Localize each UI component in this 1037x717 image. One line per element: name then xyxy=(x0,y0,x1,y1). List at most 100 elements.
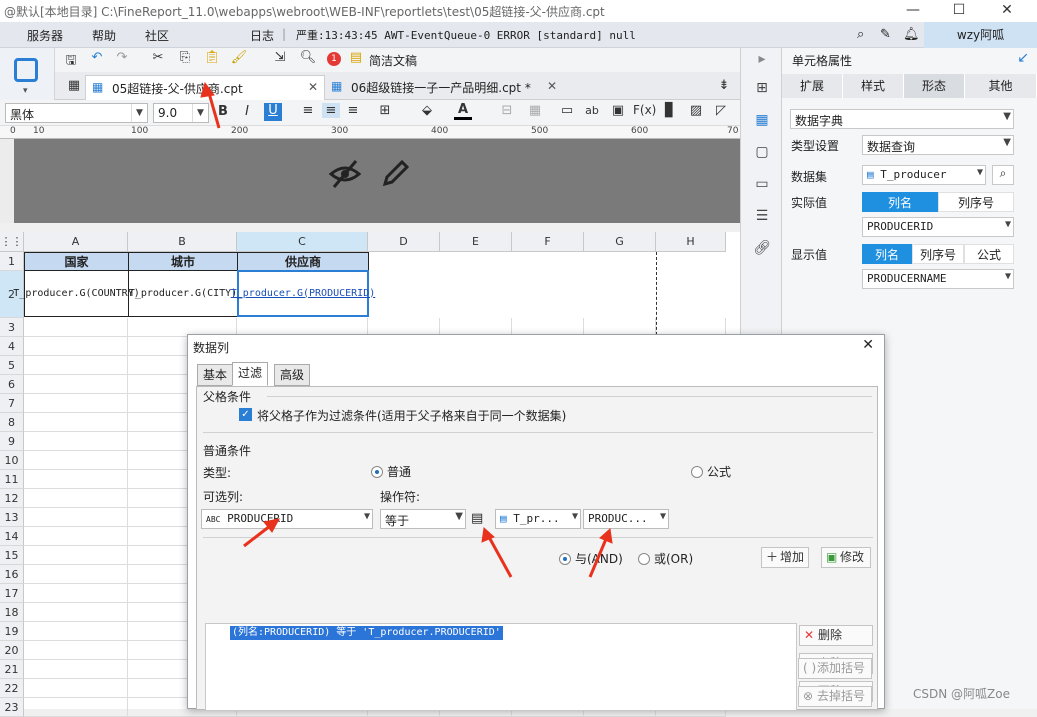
log-menu[interactable]: 日志 xyxy=(250,27,274,44)
display-formula-toggle[interactable]: 公式 xyxy=(964,244,1014,264)
align-left-icon[interactable]: ≡ xyxy=(299,103,317,118)
row-header[interactable]: 15 xyxy=(0,546,24,565)
condition-icon[interactable]: ☰ xyxy=(752,208,772,228)
grid-cell[interactable] xyxy=(24,603,128,622)
grid-cell[interactable] xyxy=(24,394,128,413)
column-header-h[interactable]: H xyxy=(656,232,726,252)
column-header-g[interactable]: G xyxy=(584,232,656,252)
preview-icon[interactable]: 🔍︎ xyxy=(299,50,317,65)
edit-icon[interactable]: ✎ xyxy=(880,27,891,42)
row-header[interactable]: 9 xyxy=(0,432,24,451)
formula-icon[interactable]: F(x) xyxy=(633,103,656,117)
row-header[interactable]: 13 xyxy=(0,508,24,527)
insert-image-icon[interactable]: ▨ xyxy=(687,103,705,118)
display-value-select[interactable]: PRODUCERNAME ▼ xyxy=(862,269,1014,289)
tab-expand[interactable]: 扩展 xyxy=(782,74,843,98)
menu-community[interactable]: 社区 xyxy=(145,27,169,44)
menu-server[interactable]: 服务器 xyxy=(27,27,63,44)
template-icon[interactable] xyxy=(14,58,38,82)
tab-advanced[interactable]: 高级 xyxy=(274,364,311,386)
user-account[interactable]: wzy阿呱 xyxy=(924,22,1037,48)
bell-icon[interactable]: 🔔︎ xyxy=(903,27,920,42)
slash-icon[interactable]: ◸ xyxy=(712,103,730,118)
value-type-icon[interactable]: ▤ xyxy=(471,511,483,526)
row-header[interactable]: 10 xyxy=(0,451,24,470)
tab-form[interactable]: 形态 xyxy=(904,74,965,98)
cell-b1-city-header[interactable]: 城市 xyxy=(128,252,238,271)
close-button[interactable]: ✕ xyxy=(984,0,1030,22)
chevron-down-icon[interactable]: ▾ xyxy=(23,86,28,96)
type-formula-radio[interactable]: 公式 xyxy=(691,463,731,480)
row-header[interactable]: 1 xyxy=(0,252,24,271)
pencil-icon[interactable] xyxy=(380,157,412,189)
wrap-icon[interactable]: ▭ xyxy=(558,103,576,118)
grid-cell[interactable] xyxy=(24,660,128,679)
maximize-button[interactable]: ☐ xyxy=(936,0,982,22)
display-column-name-toggle[interactable]: 列名 xyxy=(862,244,912,264)
tab-menu-icon[interactable]: ⇟ xyxy=(715,78,733,93)
column-header-d[interactable]: D xyxy=(368,232,440,252)
dataset-select[interactable]: ▤ T_producer ▼ xyxy=(862,165,986,185)
frame-icon[interactable]: ▢ xyxy=(752,144,772,164)
and-radio[interactable]: 与(AND) xyxy=(559,550,623,567)
bold-button[interactable]: B xyxy=(214,104,232,119)
cell-a1-country-header[interactable]: 国家 xyxy=(24,252,129,271)
cell-b2-city-data[interactable]: T_producer.G(CITY) xyxy=(128,270,238,317)
actual-column-index-toggle[interactable]: 列序号 xyxy=(938,192,1014,212)
align-right-icon[interactable]: ≡ xyxy=(344,103,362,118)
operator-select[interactable]: 等于 ▼ xyxy=(380,509,466,529)
underline-button[interactable]: U xyxy=(264,103,282,121)
insert-icon[interactable]: ⇲ xyxy=(271,50,289,65)
cell-c1-producer-header[interactable]: 供应商 xyxy=(237,252,369,271)
row-header[interactable]: 18 xyxy=(0,603,24,622)
cell-properties-icon[interactable]: ▦ xyxy=(752,112,772,132)
tab-style[interactable]: 样式 xyxy=(843,74,904,98)
text-icon[interactable]: ab xyxy=(583,104,601,117)
condition-item[interactable]: (列名:PRODUCERID) 等于 'T_producer.PRODUCERI… xyxy=(230,626,503,640)
column-select[interactable]: ABC PRODUCERID ▼ xyxy=(201,509,373,529)
grid-cell[interactable] xyxy=(24,698,128,717)
grid-cell[interactable] xyxy=(24,470,128,489)
column-header-a[interactable]: A xyxy=(24,232,128,252)
grid-cell[interactable] xyxy=(24,375,128,394)
font-color-icon[interactable]: A xyxy=(454,102,472,120)
row-header[interactable]: 12 xyxy=(0,489,24,508)
grid-cell[interactable] xyxy=(24,337,128,356)
row-header[interactable]: 23 xyxy=(0,698,24,717)
fill-color-icon[interactable]: ⬙ xyxy=(418,103,436,118)
row-header[interactable]: 22 xyxy=(0,679,24,698)
column-header-f[interactable]: F xyxy=(512,232,584,252)
row-header[interactable]: 7 xyxy=(0,394,24,413)
modify-condition-button[interactable]: ▣ 修改 xyxy=(821,547,871,568)
row-header[interactable]: 21 xyxy=(0,660,24,679)
undo-icon[interactable]: ↶ xyxy=(88,50,106,65)
edit-icon[interactable]: ↙ xyxy=(1017,50,1029,66)
save-icon[interactable]: 🖫 xyxy=(62,51,80,73)
image-cell-icon[interactable]: ▣ xyxy=(609,103,627,118)
row-header[interactable]: 17 xyxy=(0,584,24,603)
actual-value-select[interactable]: PRODUCERID ▼ xyxy=(862,217,1014,237)
hyperlink-icon[interactable]: 🔗︎ xyxy=(752,240,772,260)
collapse-arrow-icon[interactable]: ▸ xyxy=(752,51,772,71)
eye-hidden-icon[interactable] xyxy=(328,157,362,191)
dataset-select[interactable]: ▤ T_pr... ▼ xyxy=(495,509,581,529)
grid-cell[interactable] xyxy=(24,546,128,565)
grid-cell[interactable] xyxy=(24,413,128,432)
row-header[interactable]: 11 xyxy=(0,470,24,489)
border-icon[interactable]: ⊞ xyxy=(376,103,394,118)
tab-other[interactable]: 其他 xyxy=(965,74,1037,98)
column-header-b[interactable]: B xyxy=(128,232,237,252)
row-header[interactable]: 16 xyxy=(0,565,24,584)
row-header[interactable]: 5 xyxy=(0,356,24,375)
type-select[interactable]: 数据查询 ▼ xyxy=(862,135,1014,155)
grid-layout-icon[interactable]: ▦ xyxy=(65,78,83,93)
column-header-c[interactable]: C xyxy=(237,232,368,252)
cell-a2-country-data[interactable]: T_producer.G(COUNTRY) xyxy=(13,270,140,317)
row-header[interactable]: 20 xyxy=(0,641,24,660)
display-column-index-toggle[interactable]: 列序号 xyxy=(912,244,964,264)
dataset-preview-icon[interactable]: ⌕ xyxy=(992,165,1014,185)
grid-cell[interactable] xyxy=(24,641,128,660)
search-icon[interactable]: ⌕ xyxy=(857,27,864,42)
grid-cell[interactable] xyxy=(24,432,128,451)
widget-icon[interactable]: ▭ xyxy=(752,176,772,196)
